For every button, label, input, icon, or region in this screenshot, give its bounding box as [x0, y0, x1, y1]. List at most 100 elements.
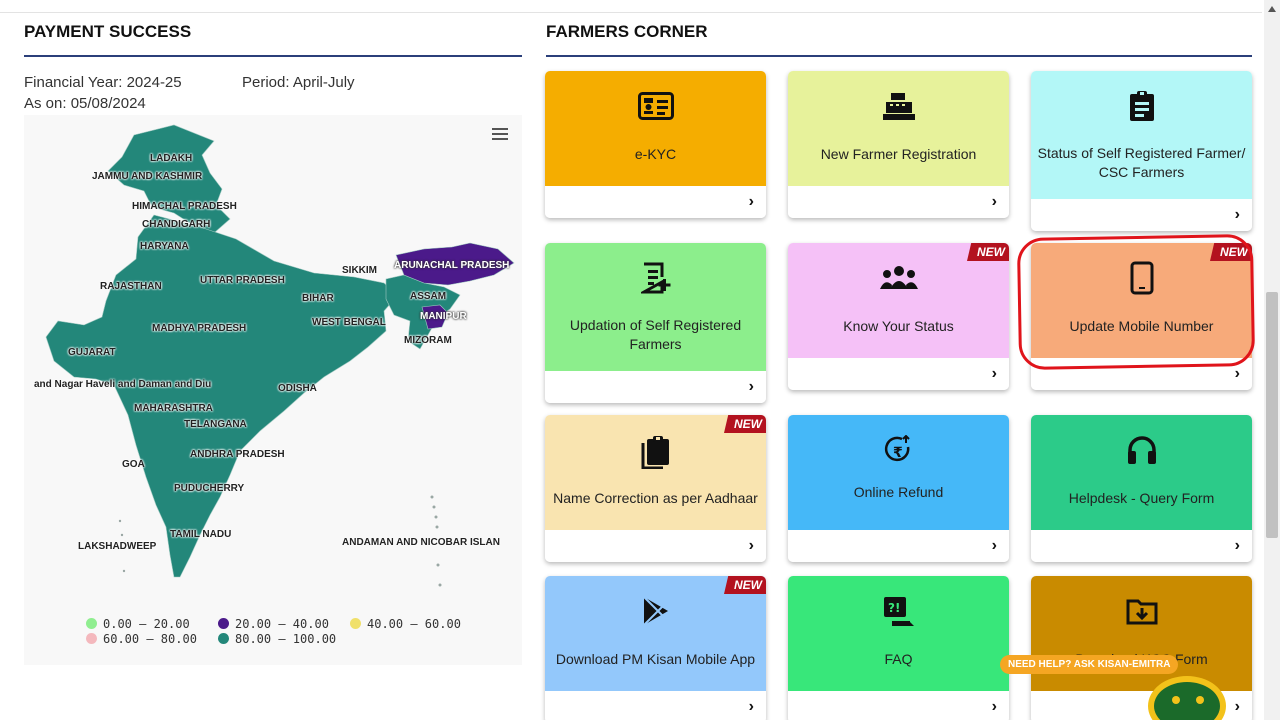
legend-label: 40.00 – 60.00: [367, 617, 461, 631]
card-label: Download PM Kisan Mobile App: [555, 651, 756, 667]
card-footer: ›: [1031, 199, 1252, 231]
period: Period: April-July: [242, 74, 355, 91]
chevron-right-icon: ›: [991, 193, 997, 210]
card-footer: ›: [788, 530, 1009, 562]
state-label-maharashtra: MAHARASHTRA: [134, 403, 213, 414]
card-updation-self-registered[interactable]: Updation of Self Registered Farmers ›: [545, 243, 766, 403]
new-badge: NEW: [724, 576, 766, 594]
card-footer: ›: [788, 691, 1009, 720]
clipboard-list-icon: [1031, 91, 1252, 121]
card-label: Know Your Status: [843, 318, 954, 334]
play-store-icon: [545, 596, 766, 626]
card-top: Helpdesk - Query Form: [1031, 415, 1252, 530]
state-label-mizoram: MIZORAM: [404, 335, 452, 346]
rupee-refund-icon: ₹: [788, 435, 1009, 465]
legend-item[interactable]: 80.00 – 100.00: [218, 632, 336, 646]
state-label-himachal: HIMACHAL PRADESH: [132, 201, 237, 212]
state-label-uttar-pradesh: UTTAR PRADESH: [200, 275, 285, 286]
edit-document-icon: [545, 262, 766, 294]
card-e-kyc[interactable]: e-KYC ›: [545, 71, 766, 218]
card-download-app[interactable]: Download PM Kisan Mobile App NEW ›: [545, 576, 766, 720]
state-label-odisha: ODISHA: [278, 383, 317, 394]
chevron-right-icon: ›: [1234, 537, 1240, 554]
cash-register-icon: [788, 91, 1009, 121]
users-icon: [788, 263, 1009, 293]
legend-dot: [350, 618, 361, 629]
chevron-right-icon: ›: [991, 365, 997, 382]
state-label-dnh-dd: and Nagar Haveli and Daman and Diu: [34, 379, 212, 390]
card-top: New Farmer Registration: [788, 71, 1009, 186]
legend-dot: [218, 633, 229, 644]
faq-chat-icon: ?!: [788, 596, 1009, 626]
scroll-thumb[interactable]: [1266, 292, 1278, 538]
chatbot-eye: [1172, 696, 1180, 704]
legend-label: 0.00 – 20.00: [103, 617, 190, 631]
card-label: New Farmer Registration: [820, 146, 977, 162]
legend-item[interactable]: 20.00 – 40.00: [218, 617, 329, 631]
card-name-correction[interactable]: Name Correction as per Aadhaar NEW ›: [545, 415, 766, 562]
legend-item[interactable]: 0.00 – 20.00: [86, 617, 190, 631]
card-top: Download PM Kisan Mobile App NEW: [545, 576, 766, 691]
chevron-right-icon: ›: [1234, 698, 1240, 715]
top-divider: [0, 12, 1262, 13]
chevron-right-icon: ›: [991, 698, 997, 715]
card-faq[interactable]: ?! FAQ ›: [788, 576, 1009, 720]
chevron-right-icon: ›: [748, 537, 754, 554]
card-top: e-KYC: [545, 71, 766, 186]
new-badge: NEW: [724, 415, 766, 433]
card-label: FAQ: [884, 651, 913, 667]
india-map-panel: LADAKH JAMMU AND KASHMIR HIMACHAL PRADES…: [24, 115, 522, 665]
card-label: Online Refund: [853, 484, 944, 500]
legend-item[interactable]: 40.00 – 60.00: [350, 617, 461, 631]
legend-item[interactable]: 60.00 – 80.00: [86, 632, 197, 646]
state-label-ladakh: LADAKH: [150, 153, 193, 164]
card-top: ?! FAQ: [788, 576, 1009, 691]
chevron-right-icon: ›: [748, 378, 754, 395]
state-label-arunachal: ARUNACHAL PRADESH: [394, 260, 510, 271]
card-online-refund[interactable]: ₹ Online Refund ›: [788, 415, 1009, 562]
as-on-date: As on: 05/08/2024: [24, 95, 146, 112]
state-label-lakshadweep: LAKSHADWEEP: [78, 541, 157, 552]
card-top: ₹ Online Refund: [788, 415, 1009, 530]
scroll-up-arrow-icon[interactable]: [1268, 6, 1276, 12]
legend-dot: [218, 618, 229, 629]
india-map: [45, 124, 515, 587]
card-label: Status of Self Registered Farmer/ CSC Fa…: [1037, 145, 1246, 180]
card-top: Updation of Self Registered Farmers: [545, 243, 766, 371]
card-footer: ›: [1031, 530, 1252, 562]
state-label-west-bengal: WEST BENGAL: [312, 317, 386, 328]
state-label-tamil-nadu: TAMIL NADU: [170, 529, 232, 540]
card-label: Helpdesk - Query Form: [1068, 490, 1215, 506]
card-status-self-registered[interactable]: Status of Self Registered Farmer/ CSC Fa…: [1031, 71, 1252, 231]
financial-year: Financial Year: 2024-25: [24, 74, 182, 91]
chevron-right-icon: ›: [748, 193, 754, 210]
state-label-telangana: TELANGANA: [184, 419, 247, 430]
state-label-bihar: BIHAR: [302, 293, 334, 304]
card-new-farmer-registration[interactable]: New Farmer Registration ›: [788, 71, 1009, 218]
state-label-madhya-pradesh: MADHYA PRADESH: [152, 323, 247, 334]
card-footer: ›: [788, 186, 1009, 218]
state-label-gujarat: GUJARAT: [68, 347, 116, 358]
chatbot-eye: [1196, 696, 1204, 704]
card-footer: ›: [545, 186, 766, 218]
vertical-scrollbar[interactable]: [1264, 0, 1280, 720]
card-top: Know Your Status NEW: [788, 243, 1009, 358]
card-know-your-status[interactable]: Know Your Status NEW ›: [788, 243, 1009, 390]
svg-text:₹: ₹: [893, 445, 903, 461]
state-label-chandigarh: CHANDIGARH: [142, 219, 211, 230]
legend-dot: [86, 633, 97, 644]
clipboard-copy-icon: [545, 436, 766, 469]
chevron-right-icon: ›: [1234, 365, 1240, 382]
card-label: e-KYC: [634, 146, 677, 162]
card-label: Name Correction as per Aadhaar: [553, 490, 758, 506]
state-label-sikkim: SIKKIM: [342, 265, 377, 276]
card-helpdesk[interactable]: Helpdesk - Query Form ›: [1031, 415, 1252, 562]
kisan-emitra-help-pill[interactable]: NEED HELP? ASK KISAN-EMITRA: [1000, 655, 1179, 674]
red-highlight-circle: [1016, 233, 1256, 371]
legend-label: 20.00 – 40.00: [235, 617, 329, 631]
chevron-right-icon: ›: [748, 698, 754, 715]
id-card-icon: [545, 91, 766, 121]
state-label-andaman: ANDAMAN AND NICOBAR ISLAN: [342, 537, 500, 548]
headphones-icon: [1031, 435, 1252, 465]
chevron-right-icon: ›: [991, 537, 997, 554]
